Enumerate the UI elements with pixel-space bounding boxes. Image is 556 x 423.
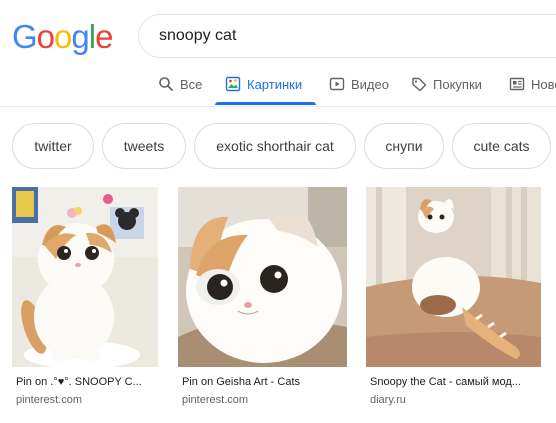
news-icon — [509, 76, 525, 92]
tab-news[interactable]: Ново — [509, 64, 556, 104]
result-thumbnail[interactable] — [366, 187, 541, 367]
search-box[interactable] — [138, 14, 556, 58]
tab-label: Ново — [531, 76, 556, 92]
tab-images[interactable]: Картинки — [225, 64, 302, 104]
result-source: pinterest.com — [182, 394, 249, 406]
logo-letter-e: e — [95, 18, 113, 55]
tab-label: Видео — [351, 76, 389, 92]
video-icon — [329, 76, 345, 92]
result-source: diary.ru — [370, 394, 406, 406]
result-title[interactable]: Pin on Geisha Art - Cats — [182, 376, 342, 388]
tab-label: Все — [180, 76, 203, 92]
chip-tweets[interactable]: tweets — [102, 123, 186, 169]
tab-all[interactable]: Все — [158, 64, 202, 104]
logo-letter-o2: o — [54, 18, 72, 55]
chip-snupi[interactable]: снупи — [364, 123, 444, 169]
image-result[interactable]: Pin on Geisha Art - Cats pinterest.com — [178, 187, 348, 412]
tab-label: Картинки — [247, 76, 303, 92]
logo-letter-o1: o — [36, 18, 55, 55]
tab-shopping[interactable]: Покупки — [411, 64, 482, 104]
google-logo[interactable]: Google — [12, 17, 113, 57]
result-title[interactable]: Pin on .°♥°. SNOOPY C... — [16, 376, 156, 388]
google-images-page: Google Все Картинки Видео — [0, 0, 556, 423]
chip-cute-cats[interactable]: cute cats — [452, 123, 551, 169]
logo-letter-g2: g — [71, 18, 89, 55]
search-icon — [158, 76, 174, 92]
result-thumbnail[interactable] — [178, 187, 347, 367]
tag-icon — [411, 76, 427, 92]
search-tabs: Все Картинки Видео Покупки Ново — [0, 64, 556, 106]
chip-exotic-shorthair-cat[interactable]: exotic shorthair cat — [194, 123, 356, 169]
tabs-divider — [0, 106, 556, 107]
tab-label: Покупки — [433, 76, 482, 92]
result-thumbnail[interactable] — [12, 187, 158, 367]
image-icon — [225, 76, 241, 92]
result-source: pinterest.com — [16, 394, 83, 406]
result-title[interactable]: Snoopy the Cat - самый мод... — [370, 376, 540, 388]
chip-twitter[interactable]: twitter — [12, 123, 94, 169]
logo-letter-g: G — [12, 18, 38, 55]
image-result[interactable]: Pin on .°♥°. SNOOPY C... pinterest.com — [12, 187, 159, 412]
image-result[interactable]: Snoopy the Cat - самый мод... diary.ru — [366, 187, 542, 412]
active-tab-indicator — [215, 102, 316, 105]
search-input[interactable] — [159, 15, 539, 57]
tab-video[interactable]: Видео — [329, 64, 389, 104]
